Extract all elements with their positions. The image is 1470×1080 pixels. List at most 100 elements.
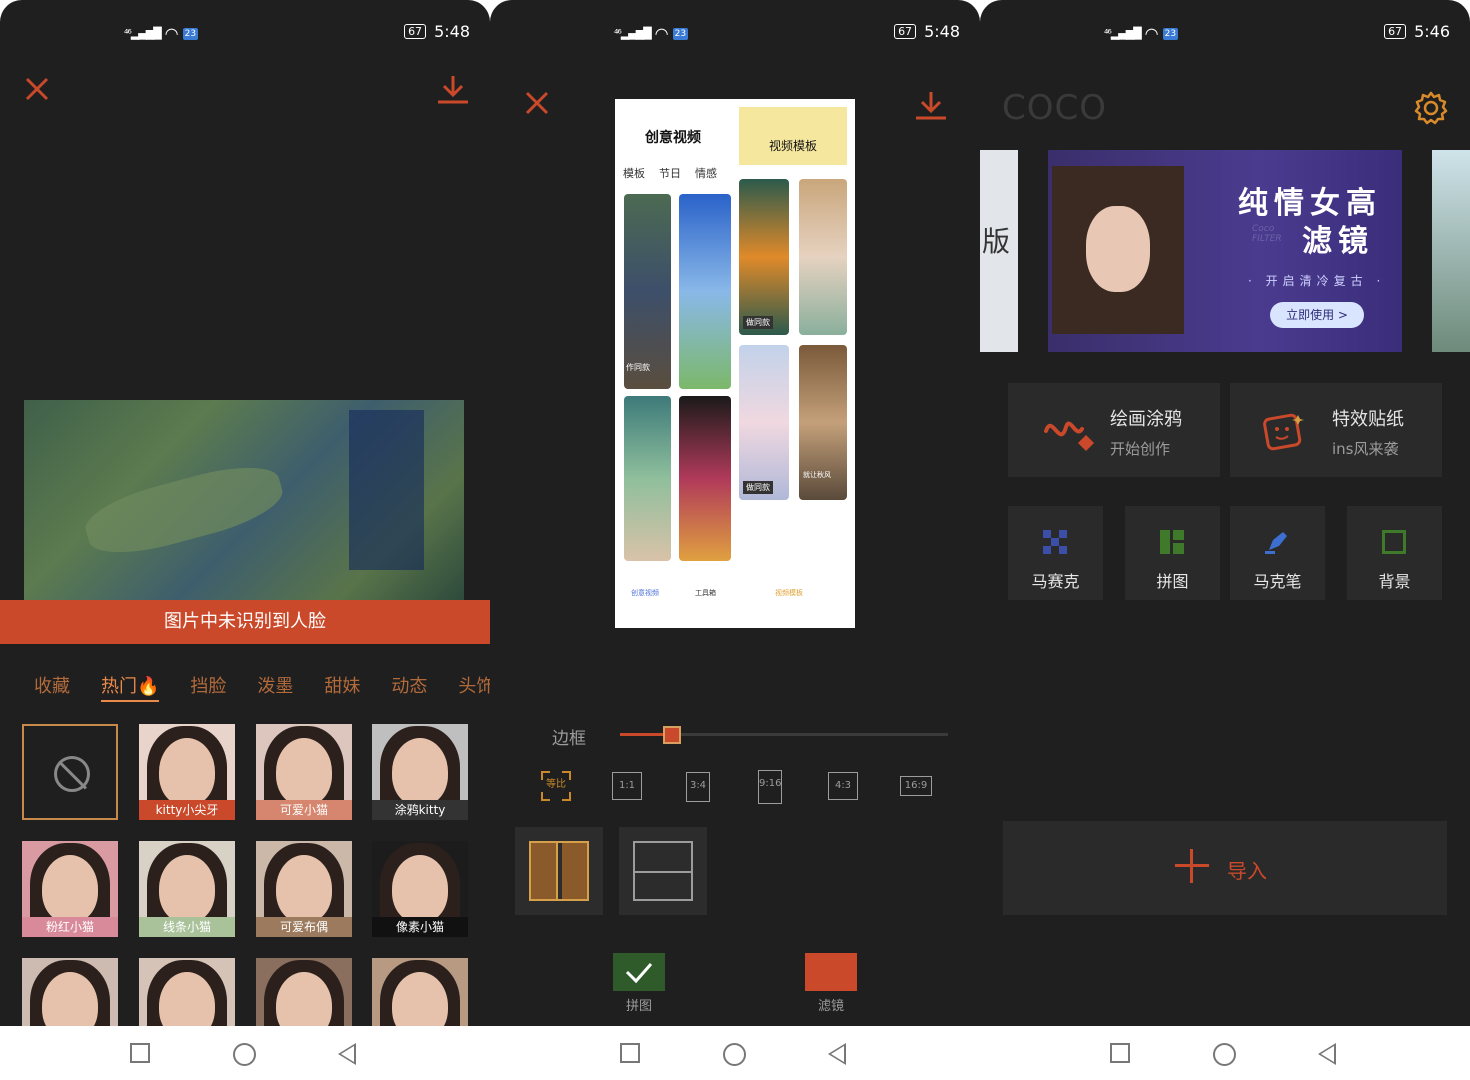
sticker-item[interactable]: 可爱小猫 — [256, 724, 352, 820]
app-brand: COCO — [1002, 88, 1108, 128]
tab-favorites[interactable]: 收藏 — [34, 672, 70, 702]
mosaic-tool[interactable]: 马赛克 — [1008, 506, 1103, 600]
ratio-1-1[interactable]: 1:1 — [612, 772, 642, 800]
carousel-next-slide[interactable] — [1432, 150, 1470, 352]
back-icon[interactable] — [1318, 1043, 1336, 1065]
preview-thumb — [679, 396, 731, 561]
preview-image — [24, 400, 464, 600]
signal-icon: ⁴⁶▂▄▆█ — [1104, 27, 1142, 40]
tab-ink[interactable]: 泼墨 — [257, 672, 293, 702]
no-face-banner: 图片中未识别到人脸 — [0, 600, 490, 644]
filter-button[interactable] — [805, 953, 857, 991]
banner-cta-button[interactable]: 立即使用 > — [1270, 302, 1364, 328]
sticker-item[interactable] — [22, 958, 118, 1028]
layout-two-columns[interactable] — [515, 827, 603, 915]
sticker-item[interactable]: kitty小尖牙 — [139, 724, 235, 820]
carousel-banner[interactable]: 纯情女高 滤镜 Coco FILTER · 开启清冷复古 · 立即使用 > — [1048, 150, 1402, 352]
plus-icon — [1175, 849, 1209, 883]
carousel-prev-slide[interactable]: 版 — [980, 150, 1018, 352]
close-button[interactable] — [24, 76, 50, 106]
wifi-icon: ◠ — [654, 24, 669, 43]
battery-icon: 67 — [404, 24, 427, 39]
settings-button[interactable] — [1413, 90, 1449, 130]
sticker-item[interactable]: 线条小猫 — [139, 841, 235, 937]
back-icon[interactable] — [338, 1043, 356, 1065]
sticker-item[interactable]: 粉红小猫 — [22, 841, 118, 937]
ratio-4-3[interactable]: 4:3 — [828, 772, 858, 800]
preview-thumb: 做同款 — [739, 345, 789, 500]
sticker-item[interactable] — [372, 958, 468, 1028]
marker-tool[interactable]: 马克笔 — [1230, 506, 1325, 600]
border-label: 边框 — [552, 729, 586, 749]
sticker-item[interactable]: 涂鸦kitty — [372, 724, 468, 820]
ratio-3-4[interactable]: 3:4 — [686, 772, 710, 802]
feature-title: 特效贴纸 — [1332, 409, 1404, 430]
back-icon[interactable] — [828, 1043, 846, 1065]
tab-sweet[interactable]: 甜妹 — [324, 672, 360, 702]
banner-subtitle: · 开启清冷复古 · — [1248, 274, 1386, 288]
download-button[interactable] — [914, 90, 948, 124]
sticker-item[interactable]: 像素小猫 — [372, 841, 468, 937]
feature-subtitle: 开始创作 — [1110, 440, 1171, 458]
preview-thumb: 就让秋风 — [799, 345, 847, 500]
banner-photo — [1052, 166, 1184, 334]
ratio-original[interactable]: 等比 — [540, 771, 572, 801]
home-icon[interactable] — [1213, 1043, 1236, 1066]
tab-hot[interactable]: 热门🔥 — [101, 672, 160, 702]
ratio-16-9[interactable]: 16:9 — [900, 776, 932, 796]
wifi-icon: ◠ — [1144, 24, 1159, 43]
collage-button[interactable] — [613, 953, 665, 991]
preview-thumb: 作同款 — [624, 194, 671, 389]
download-icon — [438, 76, 468, 104]
import-button[interactable]: 导入 — [1003, 821, 1447, 915]
recent-apps-icon[interactable] — [1110, 1043, 1130, 1063]
tool-label: 拼图 — [1156, 572, 1189, 591]
sticker-item[interactable] — [256, 958, 352, 1028]
system-nav-bar — [0, 1026, 490, 1080]
feature-title: 绘画涂鸦 — [1110, 409, 1182, 430]
screen-face-sticker: ⁴⁶▂▄▆█ ◠ 23 67 5:48 图片中未识别到人脸 收藏 热门🔥 挡脸 … — [0, 0, 490, 1080]
sticker-item[interactable] — [139, 958, 235, 1028]
recent-apps-icon[interactable] — [130, 1043, 150, 1063]
tab-face-cover[interactable]: 挡脸 — [190, 672, 226, 702]
status-bar: ⁴⁶▂▄▆█ ◠ 23 67 5:46 — [980, 22, 1470, 48]
tab-headwear[interactable]: 头饰 — [458, 672, 490, 702]
draw-doodle-card[interactable]: 绘画涂鸦 开始创作 — [1008, 383, 1220, 477]
status-time: 5:48 — [434, 22, 470, 41]
signal-icon: ⁴⁶▂▄▆█ — [124, 27, 162, 40]
notification-badge: 23 — [182, 27, 199, 40]
preview-left-title: 创意视频 — [645, 130, 701, 146]
wifi-icon: ◠ — [164, 24, 179, 43]
tab-dynamic[interactable]: 动态 — [391, 672, 427, 702]
mosaic-icon — [1043, 530, 1067, 554]
home-icon[interactable] — [233, 1043, 256, 1066]
collage-tool[interactable]: 拼图 — [1125, 506, 1220, 600]
collage-preview: 创意视频 模板 节日 情感 作同款 视频模板 做同款 做同款 就让秋风 创意视频… — [615, 99, 855, 628]
collage-right-screenshot: 视频模板 做同款 做同款 就让秋风 — [739, 99, 855, 628]
close-icon — [525, 91, 549, 115]
close-button[interactable] — [524, 90, 550, 120]
sticker-none[interactable] — [22, 724, 118, 820]
background-icon — [1382, 530, 1406, 554]
tool-label: 背景 — [1378, 572, 1411, 591]
layout-two-rows[interactable] — [619, 827, 707, 915]
tool-label: 马克笔 — [1253, 572, 1302, 591]
battery-icon: 67 — [1384, 24, 1407, 39]
download-button[interactable] — [436, 74, 470, 108]
feature-subtitle: ins风来袭 — [1332, 440, 1399, 458]
system-nav-bar — [490, 1026, 980, 1080]
import-label: 导入 — [1227, 859, 1267, 883]
effect-sticker-card[interactable]: 特效贴纸 ins风来袭 — [1230, 383, 1442, 477]
sticker-item[interactable]: 可爱布偶 — [256, 841, 352, 937]
border-slider-handle[interactable] — [663, 726, 682, 744]
tool-label: 马赛克 — [1031, 572, 1080, 591]
home-icon[interactable] — [723, 1043, 746, 1066]
status-bar: ⁴⁶▂▄▆█ ◠ 23 67 5:48 — [490, 22, 980, 48]
preview-right-title: 视频模板 — [739, 107, 847, 165]
preview-thumb: 做同款 — [739, 179, 789, 335]
banner-title-2: 滤镜 — [1302, 224, 1374, 259]
recent-apps-icon[interactable] — [620, 1043, 640, 1063]
background-tool[interactable]: 背景 — [1347, 506, 1442, 600]
ratio-9-16[interactable]: 9:16 — [758, 770, 782, 804]
preview-thumb — [799, 179, 847, 335]
